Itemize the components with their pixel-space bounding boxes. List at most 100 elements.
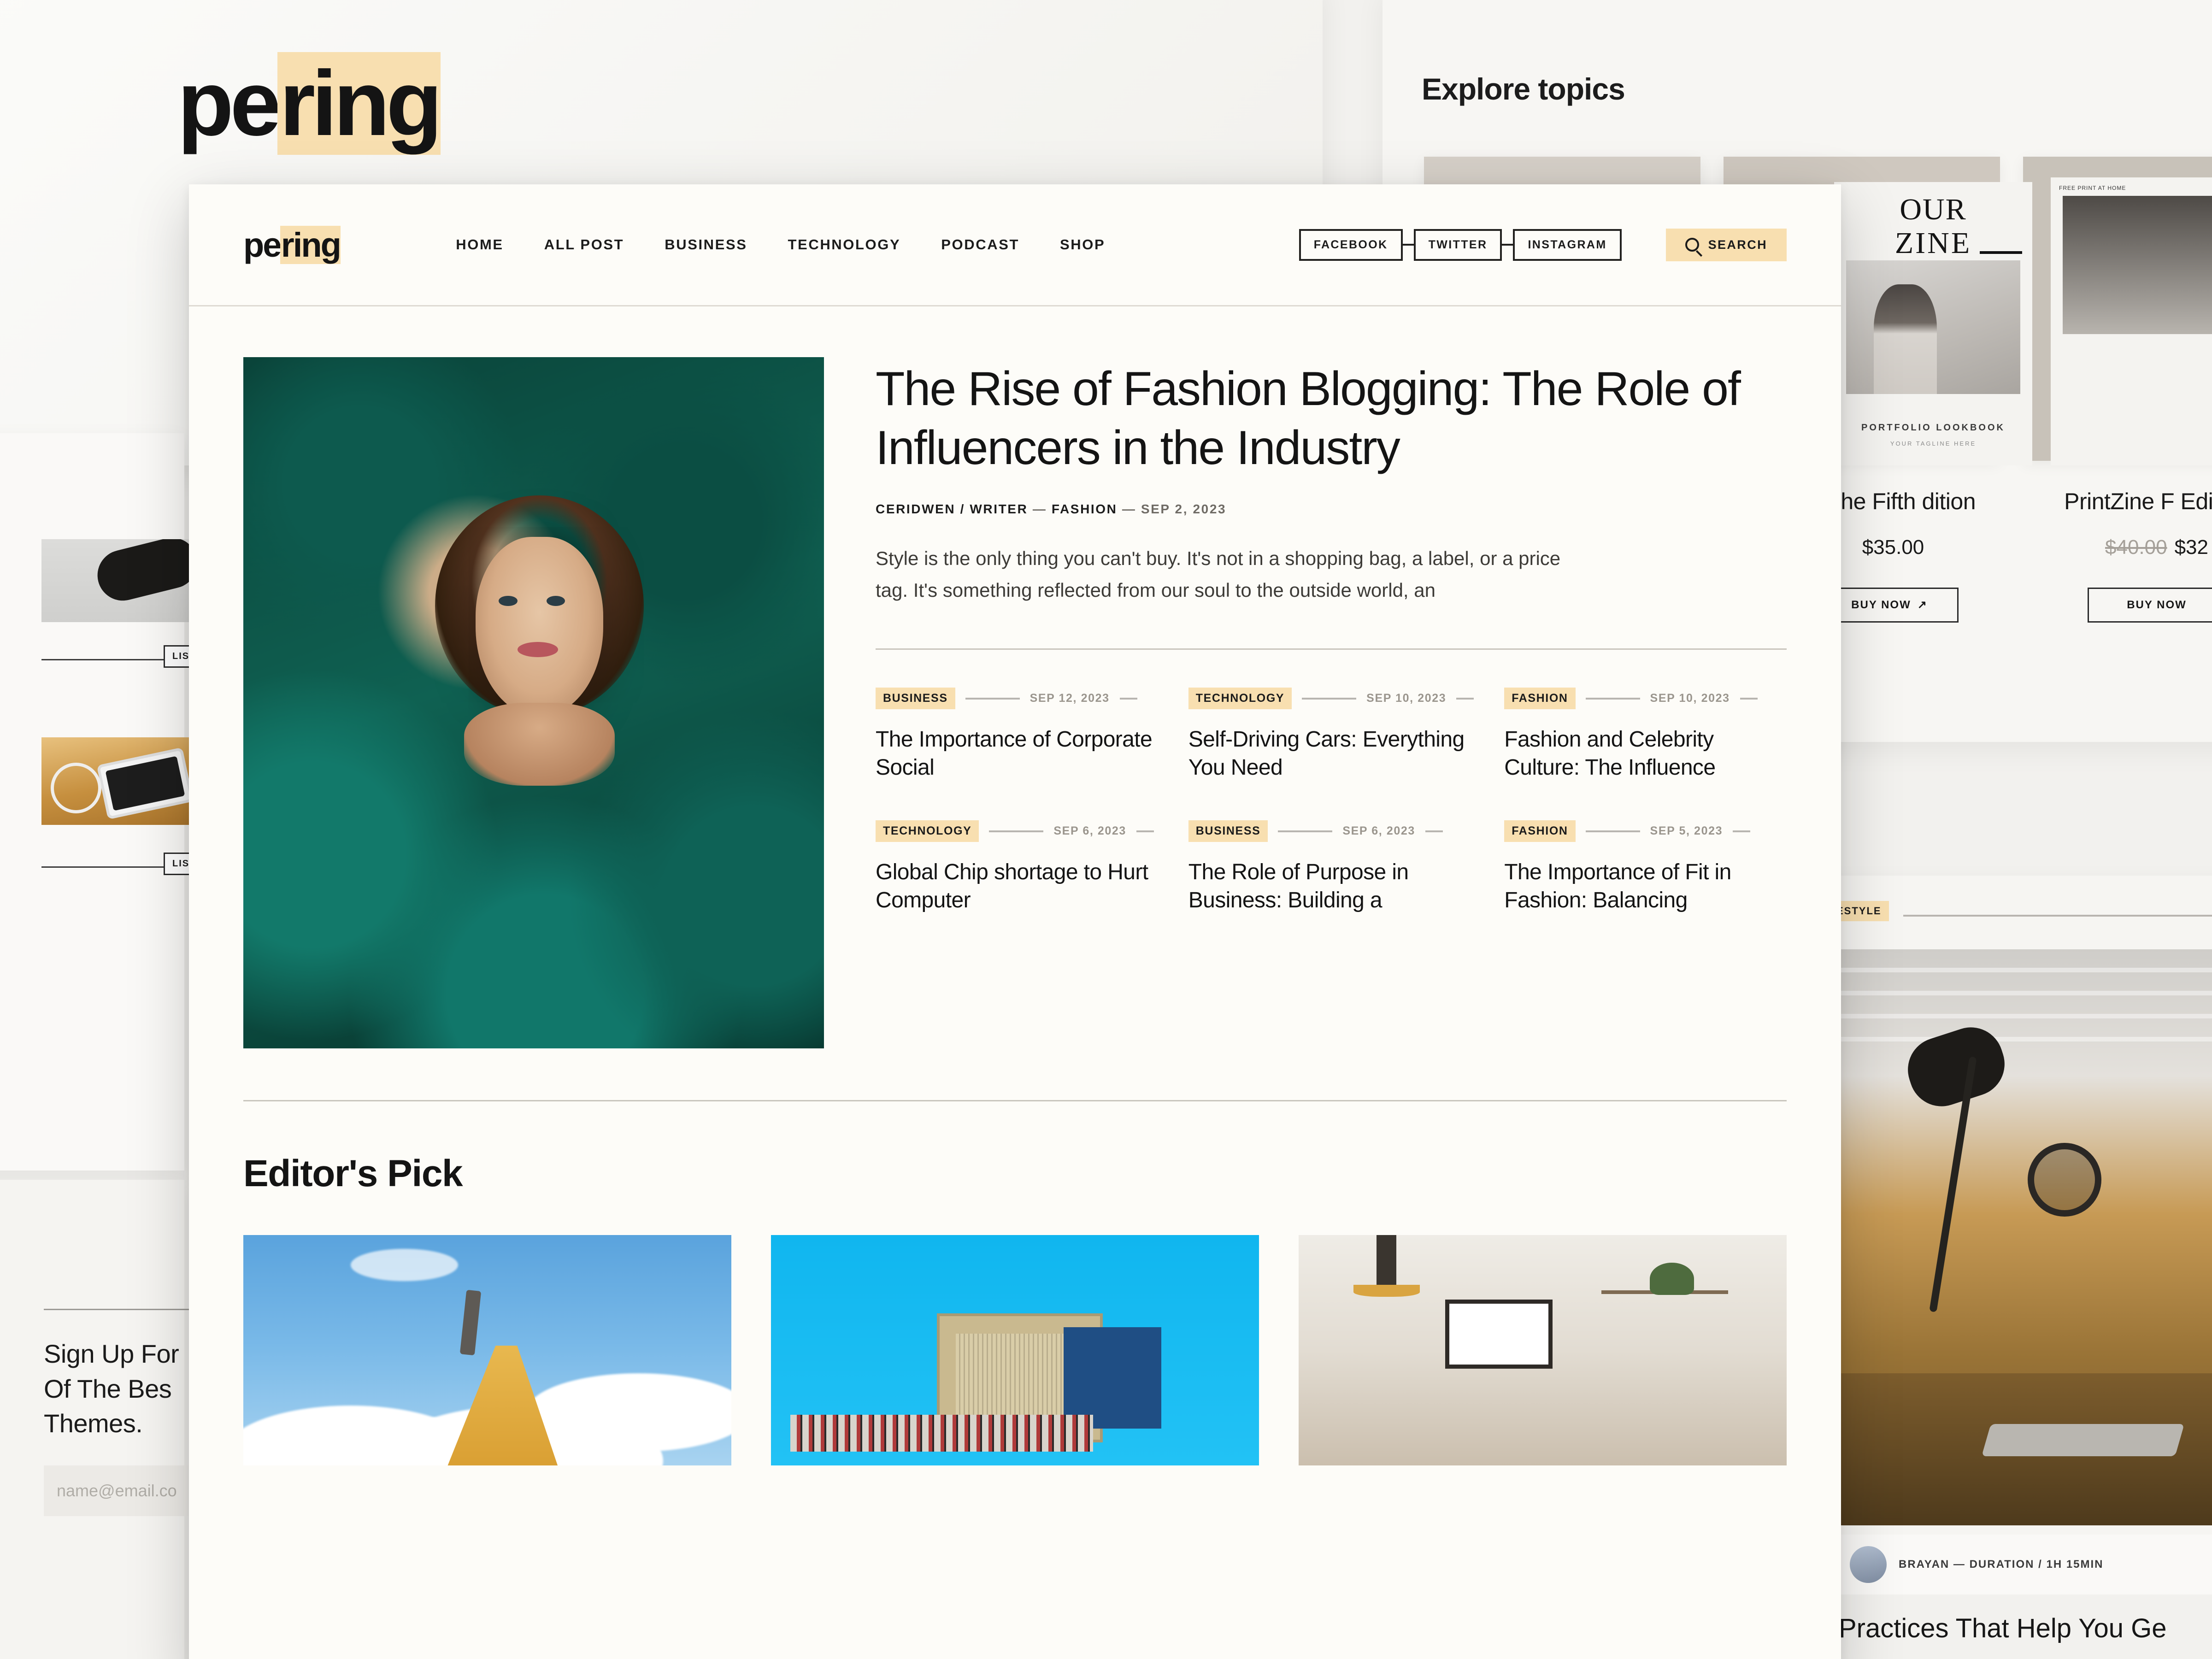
editors-pick-item[interactable]: [243, 1235, 731, 1481]
meta-dash: [1425, 830, 1443, 832]
sub-article-tag[interactable]: BUSINESS: [1188, 820, 1268, 842]
buy-now-button[interactable]: BUY NOW: [2088, 587, 2212, 623]
product-price: $40.00 $32: [2051, 536, 2212, 559]
brand-logo-prefix: pe: [243, 225, 282, 264]
magazine-cover-footer-sub: YOUR TAGLINE HERE: [1890, 440, 1977, 447]
hero-divider: [876, 648, 1787, 650]
sub-article-title[interactable]: Global Chip shortage to Hurt Computer: [876, 859, 1158, 914]
sub-article-title[interactable]: Fashion and Celebrity Culture: The Influ…: [1504, 726, 1787, 782]
hero-featured-image[interactable]: [243, 357, 824, 1048]
nav-link-business[interactable]: BUSINESS: [665, 236, 747, 253]
sub-article-tag[interactable]: FASHION: [1504, 820, 1576, 842]
sub-article-tag[interactable]: BUSINESS: [876, 688, 955, 710]
meta-dash: [989, 830, 1044, 832]
social-link-twitter[interactable]: TWITTER: [1413, 229, 1502, 261]
hero-category[interactable]: FASHION: [1052, 502, 1118, 516]
magazine-cover-rule: [1980, 251, 2022, 254]
sub-article-date: SEP 5, 2023: [1650, 824, 1723, 838]
magazine-cover-footer: PORTFOLIO LOOKBOOK: [1861, 423, 2005, 433]
hero-excerpt: Style is the only thing you can't buy. I…: [876, 547, 1561, 601]
meta-dash: [965, 697, 1020, 700]
hero-image-lips: [517, 642, 558, 657]
sub-article-tag[interactable]: FASHION: [1504, 688, 1576, 710]
search-button[interactable]: SEARCH: [1665, 228, 1787, 261]
magazine-cover-photo: [1846, 260, 2020, 394]
sub-article-card[interactable]: TECHNOLOGY SEP 10, 2023 Self-Driving Car…: [1188, 688, 1474, 782]
magazine-cover-title: OUR: [1900, 193, 1967, 226]
sub-article-tag[interactable]: TECHNOLOGY: [876, 820, 979, 842]
product-current-price: $35.00: [1862, 535, 1924, 559]
sub-article-title[interactable]: The Role of Purpose in Business: Buildin…: [1188, 859, 1474, 914]
sub-article-date: SEP 10, 2023: [1366, 692, 1447, 705]
sub-article-date: SEP 10, 2023: [1650, 692, 1730, 705]
search-button-label: SEARCH: [1708, 237, 1767, 252]
hero-text-block: The Rise of Fashion Blogging: The Role o…: [876, 357, 1787, 1048]
newsletter-email-input[interactable]: name@email.co: [44, 1465, 200, 1516]
nav-link-home[interactable]: HOME: [456, 236, 503, 253]
lifestyle-rule: [1903, 915, 2212, 917]
social-link-instagram[interactable]: INSTAGRAM: [1513, 229, 1622, 261]
site-navbar: pering HOME ALL POST BUSINESS TECHNOLOGY…: [189, 184, 1841, 306]
product-old-price: $40.00: [2105, 535, 2167, 559]
nav-right-group: FACEBOOK TWITTER INSTAGRAM SEARCH: [1299, 228, 1787, 261]
meta-dash: [1733, 830, 1751, 832]
buy-now-label: BUY NOW: [2127, 598, 2187, 611]
meta-dash: [1302, 697, 1357, 700]
sub-article-card[interactable]: BUSINESS SEP 12, 2023 The Importance of …: [876, 688, 1158, 782]
podcast-byline-text: BRAYAN — DURATION / 1H 15MIN: [1899, 1558, 2104, 1571]
product-card-2: PrintZine F Edition $40.00 $32 BUY NOW: [2051, 488, 2212, 623]
podcast-studio-photo: [1834, 949, 2212, 1525]
nav-link-podcast[interactable]: PODCAST: [941, 236, 1019, 253]
editors-pick-image: [1299, 1235, 1787, 1465]
hero-image-hands: [464, 703, 615, 786]
hero-article-meta: CERIDWEN / WRITER — FASHION — SEP 2, 202…: [876, 502, 1787, 517]
search-icon: [1685, 238, 1699, 252]
hero-image-face: [476, 537, 604, 717]
meta-dash: [1585, 830, 1640, 832]
sub-article-card[interactable]: FASHION SEP 5, 2023 The Importance of Fi…: [1504, 820, 1787, 914]
sub-article-meta: BUSINESS SEP 12, 2023: [876, 688, 1158, 710]
nav-link-technology[interactable]: TECHNOLOGY: [788, 236, 901, 253]
meta-dash: [1585, 697, 1640, 700]
brand-logo-highlight: ring: [280, 225, 341, 264]
editors-pick-item[interactable]: [1299, 1235, 1787, 1481]
sub-article-date: SEP 6, 2023: [1053, 824, 1126, 838]
nav-link-shop[interactable]: SHOP: [1060, 236, 1105, 253]
brand-logo-nav[interactable]: pering: [243, 225, 341, 265]
sub-article-card[interactable]: TECHNOLOGY SEP 6, 2023 Global Chip short…: [876, 820, 1158, 914]
hero-image-eye-left: [499, 595, 518, 606]
magazine-cover-1: OUR ZINE PORTFOLIO LOOKBOOK YOUR TAGLINE…: [1834, 182, 2032, 465]
hero-article-title[interactable]: The Rise of Fashion Blogging: The Role o…: [876, 360, 1787, 478]
sub-article-tag[interactable]: TECHNOLOGY: [1188, 688, 1292, 710]
nav-link-all-post[interactable]: ALL POST: [544, 236, 624, 253]
sub-article-meta: TECHNOLOGY SEP 6, 2023: [876, 820, 1158, 842]
social-links: FACEBOOK TWITTER INSTAGRAM: [1299, 229, 1622, 261]
sub-article-title[interactable]: Self-Driving Cars: Everything You Need: [1188, 726, 1474, 782]
product-title: PrintZine F Edition: [2064, 488, 2212, 514]
sub-article-meta: FASHION SEP 10, 2023: [1504, 688, 1787, 710]
meta-separator: —: [1032, 501, 1047, 516]
sub-article-title[interactable]: The Importance of Corporate Social: [876, 726, 1158, 782]
editors-pick-item[interactable]: [771, 1235, 1259, 1481]
main-browser-window: pering HOME ALL POST BUSINESS TECHNOLOGY…: [189, 184, 1841, 1659]
buy-now-button[interactable]: BUY NOW ↗: [1820, 587, 1959, 623]
brand-logo-large: pering: [177, 51, 442, 157]
sub-article-title[interactable]: The Importance of Fit in Fashion: Balanc…: [1504, 859, 1787, 914]
magazine-cover-badge: FREE PRINT AT HOME: [2059, 185, 2126, 191]
sub-article-date: SEP 6, 2023: [1342, 824, 1415, 838]
sub-article-card[interactable]: BUSINESS SEP 6, 2023 The Role of Purpose…: [1188, 820, 1474, 914]
meta-dash: [1119, 697, 1137, 700]
social-link-facebook[interactable]: FACEBOOK: [1299, 229, 1403, 261]
social-separator: [1502, 244, 1513, 246]
list-divider: [41, 866, 180, 868]
editors-pick-image: [243, 1235, 731, 1465]
sub-article-card[interactable]: FASHION SEP 10, 2023 Fashion and Celebri…: [1504, 688, 1787, 782]
microphone-icon: [1899, 1019, 2013, 1115]
nav-links: HOME ALL POST BUSINESS TECHNOLOGY PODCAS…: [456, 236, 1105, 253]
hero-image-eye-right: [546, 595, 565, 606]
explore-topics-title: Explore topics: [1422, 72, 1625, 106]
list-item-photo: [41, 737, 194, 825]
meta-dash: [1456, 697, 1474, 700]
product-current-price: $32: [2174, 535, 2208, 559]
podcast-byline: BRAYAN — DURATION / 1H 15MIN: [1834, 1535, 2212, 1594]
